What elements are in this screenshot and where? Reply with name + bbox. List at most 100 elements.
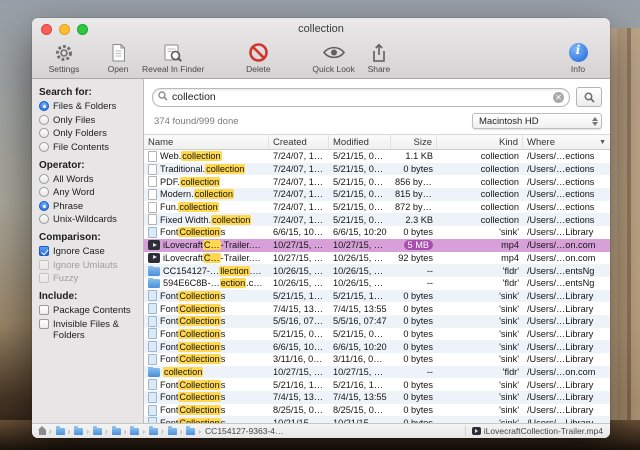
checkbox-option[interactable]: Ignore Case: [39, 246, 137, 257]
modified-cell: 7/4/15, 13:55: [333, 392, 387, 403]
file-name: FontCollections: [160, 405, 226, 416]
table-row[interactable]: FontCollections 3/11/16, 08:56 3/11/16, …: [144, 353, 610, 366]
radio-option[interactable]: Only Folders: [39, 128, 137, 139]
column-header-created[interactable]: Created: [269, 135, 329, 149]
volume-dropdown[interactable]: Macintosh HD: [472, 113, 602, 129]
search-field[interactable]: ✕: [152, 87, 570, 107]
table-row[interactable]: FontCollections 5/5/16, 07:47 5/5/16, 07…: [144, 314, 610, 328]
title-bar: collection: [32, 18, 610, 40]
table-row[interactable]: FontCollections 8/25/15, 07:45 8/25/15, …: [144, 404, 610, 417]
table-row[interactable]: FontCollections 5/21/16, 12:16 5/21/16, …: [144, 378, 610, 391]
table-row[interactable]: FontCollections 5/21/15, 10:52 5/21/15, …: [144, 289, 610, 303]
modified-cell: 3/11/16, 08:56: [333, 354, 391, 365]
checkbox-option[interactable]: Ignore Umlauts: [39, 259, 137, 271]
info-button[interactable]: i Info: [558, 42, 598, 74]
column-header-name[interactable]: Name: [144, 135, 269, 149]
selected-file-indicator[interactable]: iLovecraftCollection-Trailer.mp4: [464, 426, 603, 436]
clear-search-icon[interactable]: ✕: [553, 91, 564, 103]
file-icon: [148, 252, 160, 263]
table-row[interactable]: Fun.collection 7/24/07, 12:17 5/21/15, 0…: [144, 201, 610, 214]
path-segment[interactable]: [124, 426, 140, 436]
size-cell: 815 bytes: [395, 189, 435, 200]
table-row[interactable]: PDF.collection 7/24/07, 12:17 5/21/15, 0…: [144, 175, 610, 188]
reveal-in-finder-button[interactable]: Reveal In Finder: [142, 42, 204, 74]
checkbox-option[interactable]: Package Contents: [39, 305, 137, 316]
table-row[interactable]: collection 10/27/15, 10:26 10/27/15, 10:…: [144, 365, 610, 379]
column-header-modified[interactable]: Modified: [329, 135, 391, 149]
path-segment[interactable]: [142, 426, 159, 436]
path-folder-icon: [74, 426, 84, 435]
file-icon: [148, 328, 157, 340]
table-row[interactable]: Fixed Width.collection 7/24/07, 12:17 5/…: [144, 213, 610, 227]
document-icon: [110, 42, 127, 63]
modified-cell: 5/21/15, 05:18: [333, 176, 391, 187]
table-row[interactable]: Web.collection 7/24/07, 12:17 5/21/15, 0…: [144, 150, 610, 163]
size-cell: 1.1 KB: [405, 151, 433, 162]
where-cell: /Users/…Library: [527, 341, 594, 352]
path-folder-icon: [93, 426, 103, 435]
zoom-button[interactable]: [77, 24, 88, 35]
share-button[interactable]: Share: [359, 42, 399, 74]
column-header-size[interactable]: Size: [391, 135, 437, 149]
path-segment[interactable]: [86, 426, 103, 436]
table-row[interactable]: FontCollections 7/4/15, 13:55 7/4/15, 13…: [144, 391, 610, 404]
table-row[interactable]: FontCollections 6/6/15, 10:20 6/6/15, 10…: [144, 226, 610, 239]
open-button[interactable]: Open: [98, 42, 138, 74]
kind-cell: 'sink': [499, 341, 519, 352]
path-segment[interactable]: [38, 425, 46, 435]
checkbox-icon: [39, 246, 49, 256]
path-segment[interactable]: [68, 426, 84, 436]
table-row[interactable]: FontCollections 6/6/15, 10:20 6/6/15, 10…: [144, 340, 610, 353]
created-cell: 7/24/07, 12:17: [273, 176, 329, 187]
path-segment[interactable]: [49, 426, 65, 436]
results-pane: ✕ 374 found/999 done Macintosh HD Name C…: [144, 79, 610, 423]
kind-cell: collection: [480, 164, 519, 175]
column-header-where[interactable]: Where ▼: [523, 135, 610, 149]
delete-button[interactable]: Delete: [238, 42, 278, 74]
modified-cell: 10/27/15, 10:25: [333, 240, 391, 251]
kind-cell: 'sink': [499, 379, 519, 390]
table-row[interactable]: CC154127-…llection.com 10/26/15, 12:01 1…: [144, 264, 610, 277]
minimize-button[interactable]: [59, 24, 70, 35]
table-row[interactable]: FontCollections 5/21/15, 01:32 5/21/15, …: [144, 328, 610, 341]
kind-cell: 'fldr': [502, 367, 519, 378]
radio-option[interactable]: Files & Folders: [39, 101, 137, 112]
file-name: FontCollections: [160, 303, 226, 314]
start-search-button[interactable]: [576, 87, 602, 107]
radio-option[interactable]: Phrase: [39, 200, 137, 212]
checkbox-option[interactable]: Fuzzy: [39, 273, 137, 284]
radio-option[interactable]: Unix-Wildcards: [39, 214, 137, 225]
radio-option[interactable]: All Words: [39, 173, 137, 185]
checkbox-option[interactable]: Invisible Files & Folders: [39, 318, 137, 341]
section-label-include: Include:: [39, 291, 78, 302]
radio-option[interactable]: Only Files: [39, 114, 137, 126]
path-segment[interactable]: [161, 426, 177, 436]
path-segment[interactable]: [180, 426, 196, 436]
radio-option[interactable]: File Contents: [39, 141, 137, 153]
path-segment[interactable]: [105, 426, 121, 436]
file-name: Traditional.collection: [160, 164, 246, 175]
file-name: FontCollections: [160, 328, 226, 339]
modified-cell: 7/4/15, 13:55: [333, 303, 387, 314]
column-header-kind[interactable]: Kind: [437, 135, 523, 149]
path-folder-icon: [149, 426, 159, 435]
table-row[interactable]: FontCollections 7/4/15, 13:55 7/4/15, 13…: [144, 302, 610, 315]
file-icon: [148, 214, 157, 226]
file-icon: [148, 188, 157, 200]
modified-cell: 5/21/15, 05:18: [333, 164, 391, 175]
table-row[interactable]: iLovecraftC…-Trailer.mp4 10/27/15, 10:25…: [144, 252, 610, 265]
table-row[interactable]: 594E6C8B-…ection.com 10/26/15, 12:01 10/…: [144, 277, 610, 290]
file-icon: [148, 290, 157, 302]
eye-icon: [322, 42, 345, 63]
settings-button[interactable]: Settings: [44, 42, 84, 74]
size-cell: 0 bytes: [403, 379, 433, 390]
path-segment-label[interactable]: CC154127-9363-4…: [198, 426, 283, 436]
file-name: FontCollections: [160, 379, 226, 390]
quick-look-button[interactable]: Quick Look: [312, 42, 355, 74]
close-button[interactable]: [41, 24, 52, 35]
table-row[interactable]: Modern.collection 7/24/07, 12:17 5/21/15…: [144, 188, 610, 201]
table-row[interactable]: iLovecraftC…-Trailer.mp4 10/27/15, 10:25…: [144, 238, 610, 252]
radio-option[interactable]: Any Word: [39, 187, 137, 198]
table-row[interactable]: Traditional.collection 7/24/07, 12:17 5/…: [144, 162, 610, 176]
search-input[interactable]: [172, 91, 549, 103]
